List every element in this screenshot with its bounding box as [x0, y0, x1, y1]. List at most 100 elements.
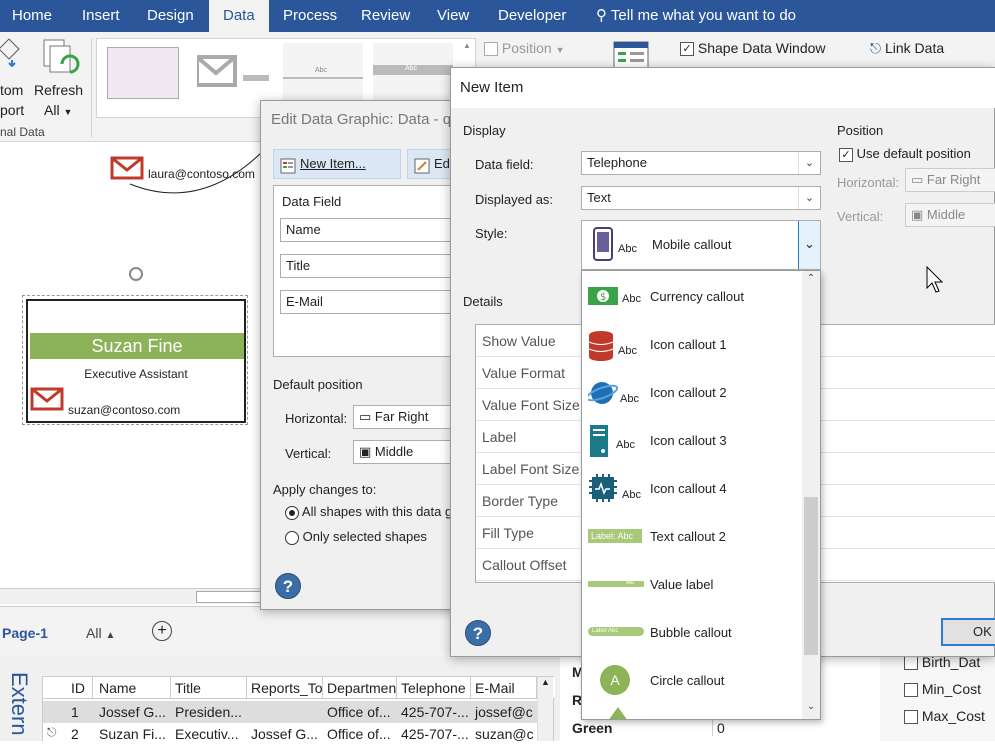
vertical-dropdown[interactable]: ▣ Middle [353, 440, 461, 464]
tab-developer[interactable]: Developer [498, 0, 566, 32]
use-default-position[interactable]: ✓ Use default position [839, 146, 971, 162]
data-field-title[interactable]: Title [280, 254, 462, 278]
all-pages-dropdown[interactable]: All ▲ [86, 625, 115, 641]
scroll-down-icon[interactable]: ⌄ [802, 701, 820, 712]
gallery-item-mail-icon[interactable] [195, 55, 269, 98]
refresh-all-button[interactable]: All ▼ [44, 102, 72, 118]
style-option-circle-callout[interactable]: A Circle callout [582, 657, 802, 705]
chevron-down-icon[interactable]: ⌄ [798, 221, 820, 269]
chevron-down-icon: ▼ [555, 45, 565, 55]
tab-insert[interactable]: Insert [82, 0, 120, 32]
gallery-item-text-callout[interactable]: Abc [283, 43, 363, 103]
table-row[interactable]: 1 Jossef G... Presiden... Office of... 4… [43, 701, 537, 723]
middle-icon: ▣ [911, 207, 924, 222]
edit-icon [414, 156, 430, 178]
new-item-label: New Item... [300, 156, 366, 171]
gallery-scroll-up-icon[interactable]: ▲ [463, 41, 471, 50]
dropdown-scrollbar[interactable]: ⌃ ⌄ [802, 271, 820, 719]
checklist-item[interactable]: Max_Cost [904, 708, 985, 725]
horizontal-scrollbar[interactable] [0, 588, 262, 604]
help-icon[interactable]: ? [275, 573, 301, 599]
table-vertical-scrollbar[interactable]: ▲ [537, 677, 553, 741]
link-data-button[interactable]: ⎋ Link Data [870, 40, 944, 57]
scroll-up-icon[interactable]: ▲ [538, 677, 553, 687]
scroll-up-icon[interactable]: ⌃ [802, 273, 820, 284]
import-label[interactable]: port [0, 102, 24, 118]
apply-changes-label: Apply changes to: [273, 482, 377, 497]
data-field-email[interactable]: E-Mail [280, 290, 462, 314]
vertical-label: Vertical: [285, 446, 332, 461]
style-option-text-callout-2[interactable]: Label: Abc Text callout 2 [582, 513, 802, 561]
ok-button[interactable]: OK [941, 618, 995, 646]
tab-review[interactable]: Review [361, 0, 410, 32]
data-field-dropdown[interactable]: Telephone ⌄ [581, 151, 821, 175]
checklist-item[interactable]: Min_Cost [904, 681, 981, 698]
table-cell: Suzan Fi... [99, 726, 166, 742]
tab-view[interactable]: View [437, 0, 469, 32]
tell-me-box[interactable]: ⚲ Tell me what you want to do [596, 0, 796, 32]
checklist-checkbox[interactable] [904, 656, 918, 671]
data-field-list[interactable]: Data Field Name Title E-Mail [273, 185, 462, 357]
rotate-handle-icon[interactable] [128, 266, 144, 285]
col-email[interactable]: E-Mail [471, 677, 537, 699]
style-option-icon-callout-2[interactable]: Abc Icon callout 2 [582, 369, 802, 417]
col-department[interactable]: Department [323, 677, 397, 699]
shape-data-value-green[interactable]: 0 [712, 720, 880, 736]
drawing-canvas[interactable]: laura@contoso.com Suzan Fine Executive A… [0, 142, 262, 604]
checklist-checkbox[interactable] [904, 683, 918, 698]
refresh-icon[interactable] [40, 38, 80, 78]
far-right-icon: ▭ [359, 409, 372, 424]
gallery-item-bar-callout[interactable]: Abc [373, 43, 453, 103]
gallery-item-blank[interactable] [107, 47, 179, 99]
table-cell: Presiden... [175, 704, 242, 720]
table-row[interactable]: ⎋ 2 Suzan Fi... Executiv... Jossef G... … [43, 723, 537, 745]
page-tab-page-1[interactable]: Page-1 [2, 625, 48, 641]
radio-all-shapes[interactable]: All shapes with this data g [285, 504, 452, 520]
tab-home[interactable]: Home [12, 0, 52, 32]
custom-import-label[interactable]: tom [0, 82, 23, 98]
configure-layout-icon[interactable] [612, 40, 650, 70]
checklist-checkbox[interactable] [904, 710, 918, 725]
style-option-icon-callout-1[interactable]: Abc Icon callout 1 [582, 321, 802, 369]
abc-text: Abc [622, 293, 641, 305]
display-section-label: Display [463, 123, 506, 138]
col-id[interactable]: ID [67, 677, 93, 699]
chevron-up-icon: ▲ [105, 630, 116, 641]
shape-data-window-toggle[interactable]: ✓ Shape Data Window [680, 40, 826, 57]
scrollbar-thumb[interactable] [804, 497, 818, 655]
col-reports-to[interactable]: Reports_To [247, 677, 323, 699]
external-data-table[interactable]: ID Name Title Reports_To Department Tele… [42, 676, 555, 745]
tab-data[interactable]: Data [209, 0, 269, 32]
tab-design[interactable]: Design [147, 0, 194, 32]
col-telephone[interactable]: Telephone [397, 677, 471, 699]
help-icon[interactable]: ? [465, 620, 491, 646]
radio-selected-shapes[interactable]: Only selected shapes [285, 529, 427, 545]
far-right-icon: ▭ [911, 172, 924, 187]
style-option-icon-callout-3[interactable]: Abc Icon callout 3 [582, 417, 802, 465]
col-title[interactable]: Title [171, 677, 247, 699]
style-dropdown[interactable]: Abc Mobile callout ⌄ [581, 220, 821, 270]
data-field-name[interactable]: Name [280, 218, 462, 242]
style-option-icon-callout-4[interactable]: Abc Icon callout 4 [582, 465, 802, 513]
employee-title: Executive Assistant [84, 367, 188, 381]
use-default-position-checkbox[interactable]: ✓ [839, 147, 853, 162]
employee-card-suzan[interactable]: Suzan Fine Executive Assistant suzan@con… [26, 299, 246, 423]
refresh-button[interactable]: Refresh [34, 82, 83, 98]
edit-item-label: Ed [434, 156, 450, 171]
abc-text: Abc [622, 489, 641, 501]
style-option-bubble-callout[interactable]: Label Abc Bubble callout [582, 609, 802, 657]
style-dropdown-list[interactable]: $ Abc Currency callout Abc Icon callout … [581, 270, 821, 720]
add-page-icon[interactable]: + [152, 621, 172, 641]
style-abc-text: Abc [618, 243, 637, 255]
shape-data-window-checkbox[interactable]: ✓ [680, 42, 694, 57]
style-option-currency-callout[interactable]: $ Abc Currency callout [582, 273, 802, 321]
style-option-value-label[interactable]: Abc Value label [582, 561, 802, 609]
horizontal-dropdown[interactable]: ▭ Far Right [353, 405, 461, 429]
new-item-button[interactable]: New Item... [273, 149, 401, 179]
col-name[interactable]: Name [95, 677, 171, 699]
radio-selected-shapes-button[interactable] [285, 530, 299, 545]
tab-process[interactable]: Process [283, 0, 337, 32]
displayed-as-dropdown[interactable]: Text ⌄ [581, 186, 821, 210]
radio-all-shapes-button[interactable] [285, 505, 299, 520]
scrollbar-thumb[interactable] [196, 591, 262, 603]
